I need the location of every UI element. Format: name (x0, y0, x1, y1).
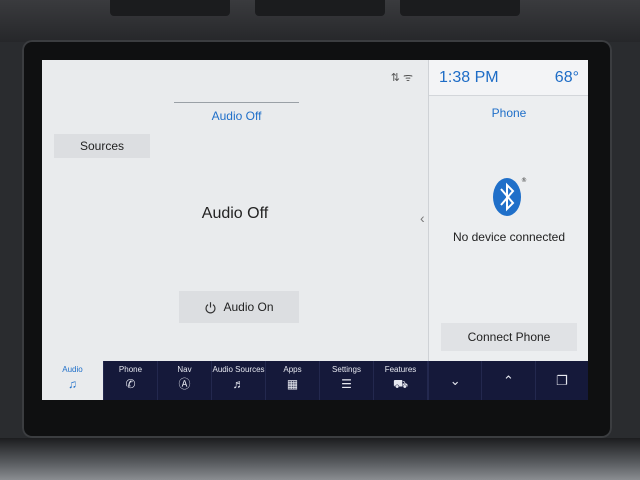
nav-nav[interactable]: Nav Ⓐ (158, 361, 212, 400)
sources-button[interactable]: Sources (54, 134, 150, 158)
infotainment-screen: ⇅ᯤ Audio Off Sources Audio Off Audio On … (42, 60, 588, 400)
audio-pane: ⇅ᯤ Audio Off Sources Audio Off Audio On … (42, 60, 428, 361)
nav-phone[interactable]: Phone ✆ (104, 361, 158, 400)
nav-label: Audio (62, 365, 83, 374)
wifi-icon: ᯤ (402, 72, 416, 84)
truck-icon: ⛟ (392, 377, 409, 391)
navigation-arrow-icon: Ⓐ (178, 377, 191, 391)
data-transfer-icon: ⇅ (390, 72, 403, 84)
phone-pane: 1:38 PM 68° Phone ® No device connected … (428, 60, 588, 361)
status-icons: ⇅ᯤ (391, 70, 416, 85)
chevron-up-icon[interactable]: ⌃ (481, 361, 534, 400)
clock: 1:38 PM (439, 68, 499, 86)
power-icon (205, 301, 216, 313)
audio-status-text: Audio Off (201, 205, 269, 222)
vent (400, 0, 520, 16)
nav-audio[interactable]: Audio ♫ (42, 361, 104, 400)
dashboard-top (0, 0, 640, 42)
nav-label: Phone (118, 365, 143, 374)
nav-label: Nav (177, 365, 192, 374)
phone-status: No device connected (452, 230, 566, 244)
audio-on-button[interactable]: Audio On (179, 291, 299, 323)
phone-title: Phone (491, 106, 527, 120)
nav-features[interactable]: Features ⛟ (374, 361, 428, 400)
nav-apps[interactable]: Apps ▦ (266, 361, 320, 400)
window-switch-icon[interactable]: ❐ (534, 361, 588, 400)
audio-on-label: Audio On (223, 300, 274, 314)
nav-label: Apps (283, 365, 302, 374)
nav-settings[interactable]: Settings ☰ (320, 361, 374, 400)
nav-label: Settings (332, 365, 361, 374)
bluetooth-icon: ® (493, 177, 527, 216)
nav-label: Audio Sources (212, 365, 265, 374)
nav-audio-sources[interactable]: Audio Sources ♬ (212, 361, 266, 400)
vent (110, 0, 230, 16)
connect-phone-button[interactable]: Connect Phone (441, 323, 577, 351)
sliders-icon: ☰ (341, 377, 352, 391)
audio-sources-icon: ♬ (232, 377, 245, 391)
phone-handset-icon: ✆ (125, 377, 136, 391)
chevron-down-icon[interactable]: ⌄ (428, 361, 481, 400)
outside-temperature: 68° (554, 68, 579, 86)
vent (255, 0, 385, 16)
apps-grid-icon: ▦ (286, 377, 299, 391)
source-tab[interactable]: Audio Off (174, 102, 299, 123)
chevron-left-icon[interactable]: ‹ (420, 210, 425, 226)
music-note-icon: ♫ (68, 377, 77, 391)
dashboard-bottom (0, 438, 640, 480)
svg-text:®: ® (521, 177, 527, 184)
bottom-nav: Audio ♫ Phone ✆ Nav Ⓐ Audio Sources ♬ Ap… (42, 361, 588, 400)
status-header: 1:38 PM 68° (429, 60, 588, 96)
nav-label: Features (384, 365, 417, 374)
